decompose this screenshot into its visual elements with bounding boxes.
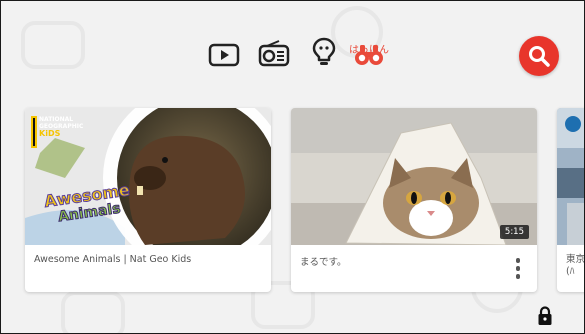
radio-music-icon xyxy=(258,40,290,67)
category-music[interactable] xyxy=(256,35,292,71)
category-shows[interactable] xyxy=(206,37,242,73)
video-thumbnail[interactable]: NATIONAL GEOGRAPHIC KiDS Awesome Animals xyxy=(25,108,271,245)
natgeo-logo-text: NATIONAL GEOGRAPHIC KiDS xyxy=(39,116,83,138)
tv-show-icon xyxy=(208,43,240,67)
search-icon xyxy=(529,46,550,67)
logo-line: NATIONAL xyxy=(39,116,74,123)
natgeo-kids-logo xyxy=(31,116,37,148)
video-title[interactable]: 東京 (ﾊ xyxy=(566,254,584,278)
video-duration: 5:15 xyxy=(499,225,529,239)
video-card[interactable]: NATIONAL GEOGRAPHIC KiDS Awesome Animals… xyxy=(25,108,271,292)
lock-icon xyxy=(538,306,552,325)
video-thumbnail[interactable]: 5:15 xyxy=(291,108,537,245)
background-doodle xyxy=(21,21,85,69)
video-title[interactable]: まるです。 xyxy=(300,254,347,268)
background-doodle xyxy=(61,291,125,333)
more-options-icon[interactable] xyxy=(515,258,521,284)
station-thumbnail-image xyxy=(557,108,584,245)
video-thumbnail[interactable] xyxy=(557,108,584,245)
category-explore-label: はっけん xyxy=(349,45,389,56)
search-button[interactable] xyxy=(519,36,559,76)
lightbulb-learning-icon xyxy=(312,37,336,65)
video-title[interactable]: Awesome Animals | Nat Geo Kids xyxy=(34,254,191,265)
parental-lock-button[interactable] xyxy=(537,306,553,326)
video-card[interactable]: 5:15 まるです。 xyxy=(291,108,537,292)
app-screen: はっけん NATIONAL GEOGRAPHIC KiDS Awesome An… xyxy=(0,0,585,334)
logo-line: KiDS xyxy=(39,129,61,138)
category-learning[interactable] xyxy=(306,34,342,70)
video-card[interactable]: 東京 (ﾊ xyxy=(557,108,584,292)
